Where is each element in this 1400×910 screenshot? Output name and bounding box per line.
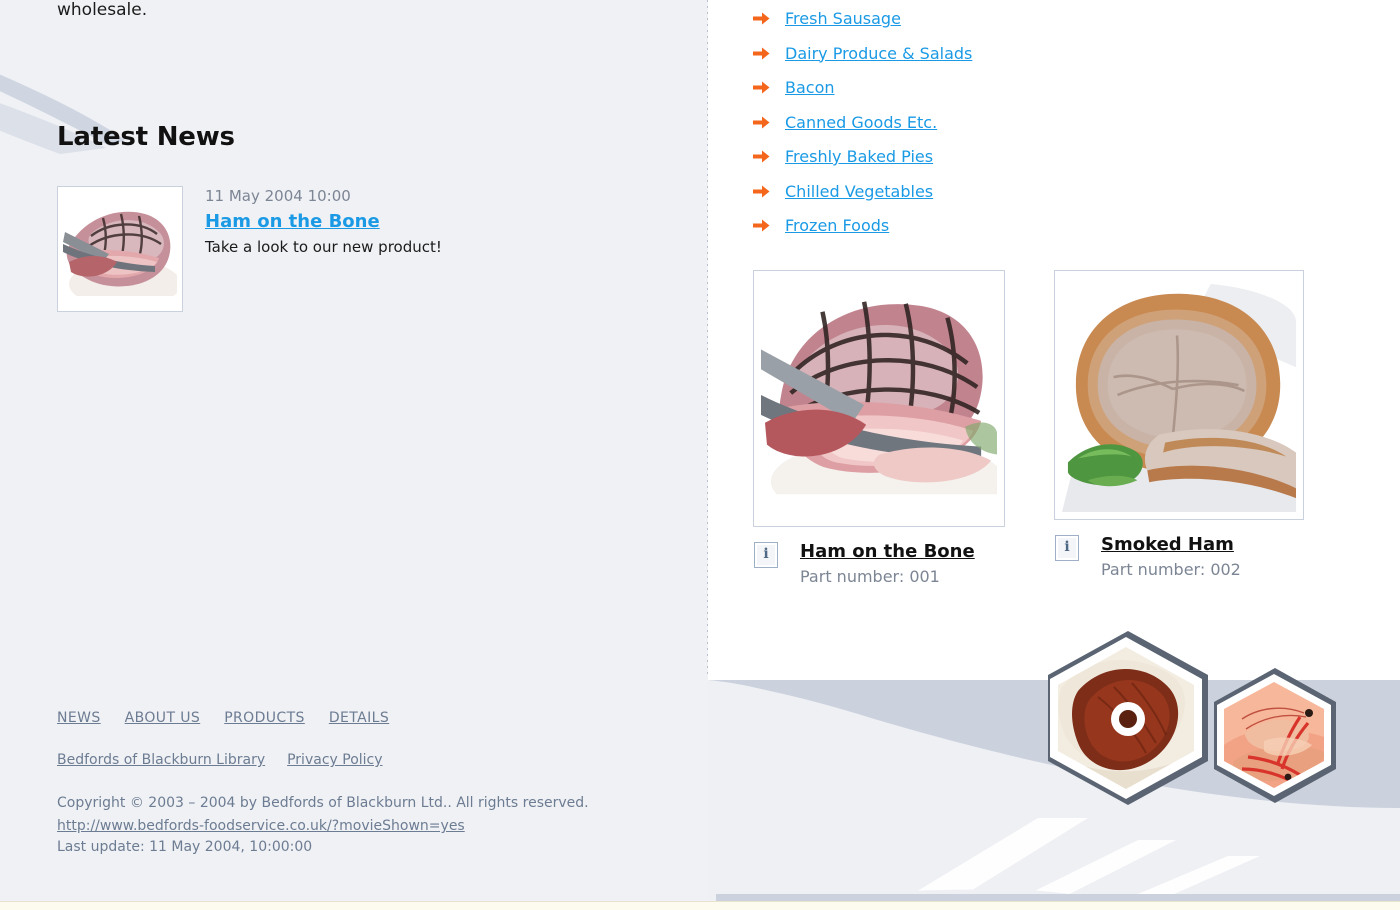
list-item: Canned Goods Etc.: [753, 106, 972, 141]
site-url-link[interactable]: http://www.bedfords-foodservice.co.uk/?m…: [57, 818, 465, 834]
arrow-right-icon: [753, 185, 770, 197]
product-image-frame[interactable]: [753, 270, 1005, 527]
product-name-link[interactable]: Ham on the Bone: [800, 541, 975, 562]
info-icon-glyph: i: [1064, 539, 1070, 555]
product-card: i Ham on the Bone Part number: 001: [753, 270, 1005, 586]
news-title-link[interactable]: Ham on the Bone: [205, 211, 380, 232]
category-link-chilled-vegetables[interactable]: Chilled Vegetables: [785, 182, 933, 201]
copyright-text: Copyright © 2003 – 2004 by Bedfords of B…: [57, 795, 589, 811]
category-link-freshly-baked-pies[interactable]: Freshly Baked Pies: [785, 147, 933, 166]
list-item: Frozen Foods: [753, 209, 972, 244]
intro-paragraph-tail: wholesale.: [57, 0, 148, 20]
hexagon-badge-gammon[interactable]: [1038, 627, 1218, 807]
category-link-list: Fresh Sausage Dairy Produce & Salads Bac…: [753, 2, 972, 244]
arrow-right-icon: [753, 219, 770, 232]
arrow-right-icon: [753, 116, 770, 128]
latest-news-heading: Latest News: [57, 122, 235, 152]
info-icon-glyph: i: [763, 546, 769, 562]
product-name-link[interactable]: Smoked Ham: [1101, 534, 1234, 555]
info-icon[interactable]: i: [754, 542, 778, 568]
news-date: 11 May 2004 10:00: [205, 187, 351, 205]
footer-nav-about-us[interactable]: ABOUT US: [125, 710, 201, 726]
arrow-right-icon: [753, 47, 770, 59]
news-thumbnail-image: [63, 192, 177, 306]
footer-secondary-links: Bedfords of Blackburn Library Privacy Pol…: [57, 752, 657, 768]
product-caption: i Smoked Ham Part number: 002: [1054, 534, 1306, 579]
footer-nav: NEWS ABOUT US PRODUCTS DETAILS: [57, 710, 657, 726]
info-icon[interactable]: i: [1055, 535, 1079, 561]
category-link-canned-goods[interactable]: Canned Goods Etc.: [785, 113, 937, 132]
category-link-dairy-produce-salads[interactable]: Dairy Produce & Salads: [785, 44, 972, 63]
last-update-text: Last update: 11 May 2004, 10:00:00: [57, 839, 313, 855]
arrow-right-icon: [753, 150, 770, 163]
list-item: Dairy Produce & Salads: [753, 37, 972, 72]
category-link-frozen-foods[interactable]: Frozen Foods: [785, 216, 889, 235]
product-part-number: Part number: 002: [1101, 560, 1241, 579]
footer: NEWS ABOUT US PRODUCTS DETAILS Bedfords of …: [57, 710, 657, 855]
category-link-bacon[interactable]: Bacon: [785, 78, 835, 97]
footer-link-library[interactable]: Bedfords of Blackburn Library: [57, 752, 265, 768]
product-image-ham-on-the-bone: [761, 278, 997, 519]
news-body: 11 May 2004 10:00 Ham on the Bone Take a…: [205, 186, 625, 256]
left-content-column: wholesale. Latest News 11 May 2004 10:00…: [0, 0, 707, 910]
list-item: Bacon: [753, 71, 972, 106]
arrow-right-icon: [753, 81, 770, 94]
footer-nav-products[interactable]: PRODUCTS: [224, 710, 305, 726]
footer-nav-news[interactable]: NEWS: [57, 710, 101, 726]
bottom-accent-strip: [0, 901, 1400, 910]
category-link-fresh-sausage[interactable]: Fresh Sausage: [785, 9, 901, 28]
list-item: Chilled Vegetables: [753, 175, 972, 210]
product-card: i Smoked Ham Part number: 002: [1054, 270, 1306, 579]
list-item: Freshly Baked Pies: [753, 140, 972, 175]
product-caption: i Ham on the Bone Part number: 001: [753, 541, 1005, 586]
footer-link-privacy-policy[interactable]: Privacy Policy: [287, 752, 382, 768]
footer-nav-details[interactable]: DETAILS: [329, 710, 389, 726]
page-root: wholesale. Latest News 11 May 2004 10:00…: [0, 0, 1400, 910]
hexagon-badge-prawns[interactable]: [1208, 665, 1343, 805]
news-description: Take a look to our new product!: [205, 238, 442, 256]
product-image-frame[interactable]: [1054, 270, 1304, 520]
product-part-number: Part number: 001: [800, 567, 940, 586]
right-content-column: Fresh Sausage Dairy Produce & Salads Bac…: [708, 0, 1400, 910]
news-thumbnail[interactable]: [57, 186, 183, 312]
list-item: Fresh Sausage: [753, 2, 972, 37]
copyright-block: Copyright © 2003 – 2004 by Bedfords of B…: [57, 792, 617, 838]
product-image-smoked-ham: [1062, 278, 1296, 512]
arrow-right-icon: [753, 12, 770, 25]
